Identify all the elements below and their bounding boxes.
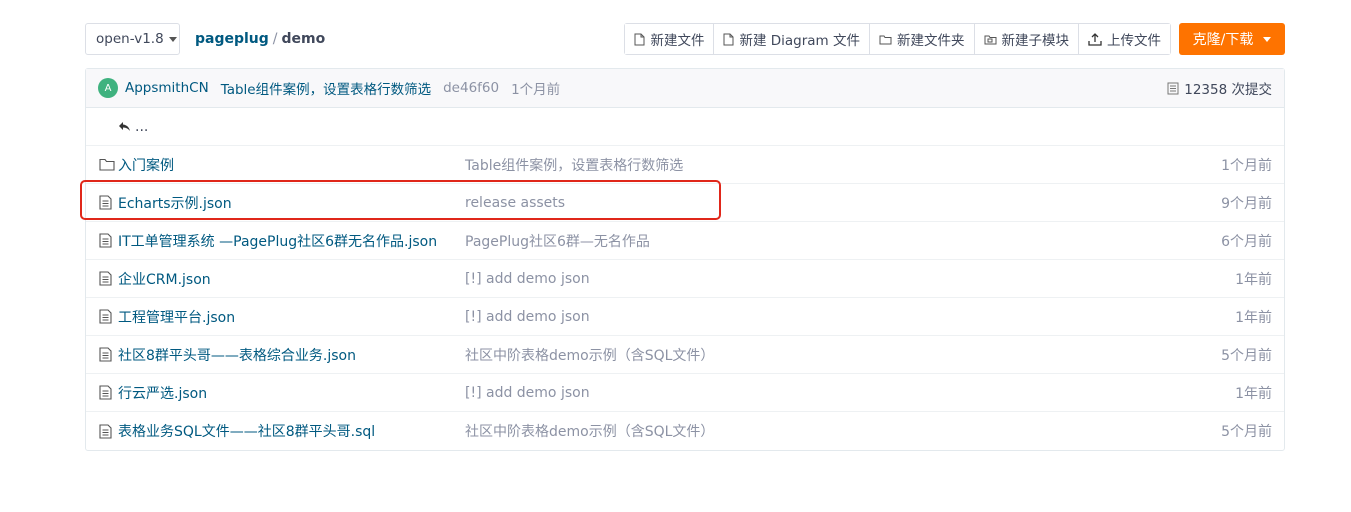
file-commit-time: 1年前 bbox=[1235, 309, 1272, 326]
submodule-icon bbox=[984, 34, 997, 45]
branch-selector[interactable]: open-v1.8 bbox=[85, 23, 180, 55]
new-folder-icon bbox=[879, 34, 892, 45]
file-commit-message[interactable]: release assets bbox=[465, 195, 565, 211]
commit-count: 12358 次提交 bbox=[1184, 82, 1272, 98]
file-row: Echarts示例.json release assets 9个月前 bbox=[86, 184, 1284, 222]
commit-author[interactable]: AppsmithCN bbox=[125, 80, 209, 96]
file-row: 企业CRM.json [!] add demo json 1年前 bbox=[86, 260, 1284, 298]
file-commit-time: 5个月前 bbox=[1221, 347, 1272, 364]
commit-sha[interactable]: de46f60 bbox=[443, 80, 499, 96]
clone-label: 克隆/下载 bbox=[1192, 32, 1254, 48]
new-submodule-label: 新建子模块 bbox=[1001, 33, 1070, 49]
file-name-link[interactable]: IT工单管理系统 —PagePlug社区6群无名作品.json bbox=[118, 231, 437, 251]
file-icon bbox=[99, 347, 112, 362]
folder-icon bbox=[99, 158, 115, 171]
file-commit-time: 5个月前 bbox=[1221, 424, 1272, 440]
file-tree: A AppsmithCN Table组件案例，设置表格行数筛选 de46f60 … bbox=[85, 68, 1285, 451]
parent-label: ... bbox=[135, 118, 149, 135]
branch-label: open-v1.8 bbox=[96, 31, 164, 47]
new-submodule-button[interactable]: 新建子模块 bbox=[974, 24, 1079, 54]
file-row: 入门案例 Table组件案例，设置表格行数筛选 1个月前 bbox=[86, 146, 1284, 184]
upload-file-button[interactable]: 上传文件 bbox=[1079, 24, 1170, 54]
commits-icon bbox=[1167, 82, 1179, 95]
file-icon bbox=[99, 195, 112, 210]
clone-download-button[interactable]: 克隆/下载 bbox=[1179, 23, 1285, 55]
new-file-label: 新建文件 bbox=[650, 33, 705, 49]
file-row: 工程管理平台.json [!] add demo json 1年前 bbox=[86, 298, 1284, 336]
file-row: IT工单管理系统 —PagePlug社区6群无名作品.json PagePlug… bbox=[86, 222, 1284, 260]
action-buttons: 新建文件 新建 Diagram 文件 新建文件夹 新建子模块 上传文件 克隆/下… bbox=[624, 23, 1285, 55]
file-name-link[interactable]: Echarts示例.json bbox=[118, 193, 232, 213]
reply-back-icon bbox=[118, 121, 131, 132]
new-file-button[interactable]: 新建文件 bbox=[625, 24, 715, 54]
file-commit-time: 9个月前 bbox=[1221, 195, 1272, 212]
file-commit-message[interactable]: 社区中阶表格demo示例（含SQL文件） bbox=[465, 421, 714, 441]
breadcrumb-current: demo bbox=[281, 31, 326, 47]
file-icon bbox=[99, 309, 112, 324]
file-commit-time: 1年前 bbox=[1235, 385, 1272, 402]
new-file-icon bbox=[723, 33, 734, 46]
file-commit-message[interactable]: [!] add demo json bbox=[465, 271, 590, 287]
file-commit-message[interactable]: Table组件案例，设置表格行数筛选 bbox=[465, 155, 683, 175]
file-name-link[interactable]: 表格业务SQL文件——社区8群平头哥.sql bbox=[118, 421, 375, 441]
file-icon bbox=[99, 385, 112, 400]
file-row: 社区8群平头哥——表格综合业务.json 社区中阶表格demo示例（含SQL文件… bbox=[86, 336, 1284, 374]
breadcrumb-repo-link[interactable]: pageplug bbox=[195, 31, 269, 47]
breadcrumb: pageplug / demo bbox=[195, 23, 325, 55]
avatar[interactable]: A bbox=[98, 78, 118, 98]
commit-message[interactable]: Table组件案例，设置表格行数筛选 bbox=[221, 78, 431, 98]
file-name-link[interactable]: 入门案例 bbox=[118, 155, 174, 175]
file-name-link[interactable]: 行云严选.json bbox=[118, 383, 207, 403]
new-diagram-label: 新建 Diagram 文件 bbox=[739, 33, 860, 49]
file-actions-group: 新建文件 新建 Diagram 文件 新建文件夹 新建子模块 上传文件 bbox=[624, 23, 1171, 55]
parent-directory-link[interactable]: ... bbox=[86, 108, 1284, 146]
breadcrumb-separator: / bbox=[272, 31, 278, 47]
file-commit-message[interactable]: PagePlug社区6群—无名作品 bbox=[465, 231, 650, 251]
file-row: 行云严选.json [!] add demo json 1年前 bbox=[86, 374, 1284, 412]
new-folder-label: 新建文件夹 bbox=[897, 33, 965, 49]
upload-icon bbox=[1088, 32, 1102, 46]
upload-file-label: 上传文件 bbox=[1107, 33, 1161, 49]
file-icon bbox=[99, 271, 112, 286]
chevron-down-icon bbox=[168, 36, 177, 42]
file-commit-time: 1年前 bbox=[1235, 271, 1272, 288]
file-icon bbox=[99, 233, 112, 248]
new-folder-button[interactable]: 新建文件夹 bbox=[870, 24, 975, 54]
file-commit-message[interactable]: [!] add demo json bbox=[465, 309, 590, 325]
file-name-link[interactable]: 工程管理平台.json bbox=[118, 307, 235, 327]
commit-time: 1个月前 bbox=[511, 82, 561, 98]
latest-commit-bar: A AppsmithCN Table组件案例，设置表格行数筛选 de46f60 … bbox=[86, 69, 1284, 108]
file-icon bbox=[99, 423, 112, 439]
file-name-link[interactable]: 企业CRM.json bbox=[118, 269, 211, 289]
file-commit-message[interactable]: 社区中阶表格demo示例（含SQL文件） bbox=[465, 345, 714, 365]
file-commit-time: 1个月前 bbox=[1221, 157, 1272, 174]
commit-count-link[interactable]: 12358 次提交 bbox=[1167, 78, 1272, 98]
new-file-icon bbox=[634, 33, 645, 46]
file-row: 表格业务SQL文件——社区8群平头哥.sql 社区中阶表格demo示例（含SQL… bbox=[86, 412, 1284, 450]
file-commit-time: 6个月前 bbox=[1221, 233, 1272, 250]
new-diagram-button[interactable]: 新建 Diagram 文件 bbox=[714, 24, 870, 54]
repo-toolbar: open-v1.8 pageplug / demo 新建文件 新建 Diagra… bbox=[85, 23, 1285, 55]
file-name-link[interactable]: 社区8群平头哥——表格综合业务.json bbox=[118, 345, 356, 365]
chevron-down-icon bbox=[1263, 36, 1272, 42]
file-commit-message[interactable]: [!] add demo json bbox=[465, 385, 590, 401]
